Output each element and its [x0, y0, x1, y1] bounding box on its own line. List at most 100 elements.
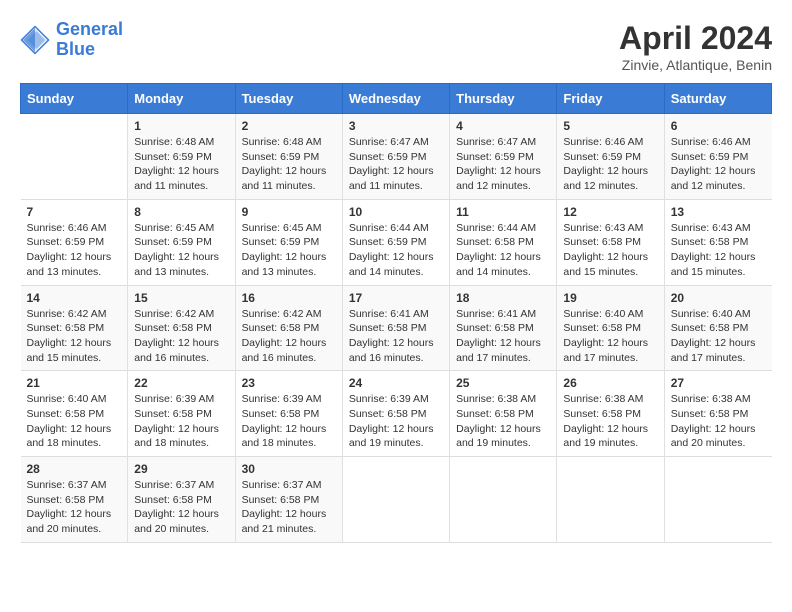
cell-info: Sunrise: 6:40 AM Sunset: 6:58 PM Dayligh… — [563, 307, 657, 366]
calendar-cell: 5 Sunrise: 6:46 AM Sunset: 6:59 PM Daylig… — [557, 114, 664, 200]
day-number: 19 — [563, 291, 657, 305]
title-block: April 2024 Zinvie, Atlantique, Benin — [619, 20, 772, 73]
day-number: 18 — [456, 291, 550, 305]
calendar-cell: 17Sunrise: 6:41 AM Sunset: 6:58 PM Dayli… — [342, 285, 449, 371]
cell-info: Sunrise: 6:44 AM Sunset: 6:58 PM Dayligh… — [456, 221, 550, 280]
subtitle: Zinvie, Atlantique, Benin — [619, 57, 772, 73]
calendar-table: SundayMondayTuesdayWednesdayThursdayFrid… — [20, 83, 772, 543]
day-number: 10 — [349, 205, 443, 219]
calendar-cell: 27Sunrise: 6:38 AM Sunset: 6:58 PM Dayli… — [664, 371, 771, 457]
cell-info: Sunrise: 6:43 AM Sunset: 6:58 PM Dayligh… — [671, 221, 766, 280]
calendar-cell: 2 Sunrise: 6:48 AM Sunset: 6:59 PM Daylig… — [235, 114, 342, 200]
cell-info: Sunrise: 6:44 AM Sunset: 6:59 PM Dayligh… — [349, 221, 443, 280]
day-number: 28 — [27, 462, 122, 476]
header-day-sunday: Sunday — [21, 84, 128, 114]
calendar-cell: 11 Sunrise: 6:44 AM Sunset: 6:58 PM Dayli… — [450, 199, 557, 285]
day-number: 30 — [242, 462, 336, 476]
week-row-3: 21Sunrise: 6:40 AM Sunset: 6:58 PM Dayli… — [21, 371, 772, 457]
calendar-cell: 16 Sunrise: 6:42 AM Sunset: 6:58 PM Dayli… — [235, 285, 342, 371]
logo-line1: General — [56, 19, 123, 39]
calendar-cell: 7 Sunrise: 6:46 AM Sunset: 6:59 PM Daylig… — [21, 199, 128, 285]
cell-info: Sunrise: 6:42 AM Sunset: 6:58 PM Dayligh… — [134, 307, 228, 366]
day-number: 13 — [671, 205, 766, 219]
cell-info: Sunrise: 6:45 AM Sunset: 6:59 PM Dayligh… — [242, 221, 336, 280]
day-number: 5 — [563, 119, 657, 133]
cell-info: Sunrise: 6:42 AM Sunset: 6:58 PM Dayligh… — [27, 307, 122, 366]
logo-icon — [20, 25, 50, 55]
day-number: 22 — [134, 376, 228, 390]
day-number: 20 — [671, 291, 766, 305]
day-number: 25 — [456, 376, 550, 390]
day-number: 26 — [563, 376, 657, 390]
day-number: 6 — [671, 119, 766, 133]
cell-info: Sunrise: 6:46 AM Sunset: 6:59 PM Dayligh… — [563, 135, 657, 194]
calendar-cell: 3Sunrise: 6:47 AM Sunset: 6:59 PM Daylig… — [342, 114, 449, 200]
cell-info: Sunrise: 6:48 AM Sunset: 6:59 PM Dayligh… — [134, 135, 228, 194]
week-row-2: 14 Sunrise: 6:42 AM Sunset: 6:58 PM Dayli… — [21, 285, 772, 371]
cell-info: Sunrise: 6:40 AM Sunset: 6:58 PM Dayligh… — [671, 307, 766, 366]
cell-info: Sunrise: 6:41 AM Sunset: 6:58 PM Dayligh… — [456, 307, 550, 366]
header-day-saturday: Saturday — [664, 84, 771, 114]
header-day-friday: Friday — [557, 84, 664, 114]
main-title: April 2024 — [619, 20, 772, 57]
day-number: 29 — [134, 462, 228, 476]
header-day-wednesday: Wednesday — [342, 84, 449, 114]
day-number: 23 — [242, 376, 336, 390]
day-number: 16 — [242, 291, 336, 305]
calendar-cell: 15Sunrise: 6:42 AM Sunset: 6:58 PM Dayli… — [128, 285, 235, 371]
calendar-cell: 24Sunrise: 6:39 AM Sunset: 6:58 PM Dayli… — [342, 371, 449, 457]
day-number: 4 — [456, 119, 550, 133]
cell-info: Sunrise: 6:37 AM Sunset: 6:58 PM Dayligh… — [242, 478, 336, 537]
calendar-cell: 21Sunrise: 6:40 AM Sunset: 6:58 PM Dayli… — [21, 371, 128, 457]
day-number: 12 — [563, 205, 657, 219]
calendar-cell: 28 Sunrise: 6:37 AM Sunset: 6:58 PM Dayli… — [21, 457, 128, 543]
day-number: 27 — [671, 376, 766, 390]
calendar-cell: 23 Sunrise: 6:39 AM Sunset: 6:58 PM Dayli… — [235, 371, 342, 457]
calendar-cell: 6 Sunrise: 6:46 AM Sunset: 6:59 PM Daylig… — [664, 114, 771, 200]
cell-info: Sunrise: 6:39 AM Sunset: 6:58 PM Dayligh… — [349, 392, 443, 451]
logo-line2: Blue — [56, 39, 95, 59]
calendar-cell: 30 Sunrise: 6:37 AM Sunset: 6:58 PM Dayli… — [235, 457, 342, 543]
cell-info: Sunrise: 6:46 AM Sunset: 6:59 PM Dayligh… — [27, 221, 122, 280]
calendar-cell: 18 Sunrise: 6:41 AM Sunset: 6:58 PM Dayli… — [450, 285, 557, 371]
header-row: SundayMondayTuesdayWednesdayThursdayFrid… — [21, 84, 772, 114]
week-row-0: 1 Sunrise: 6:48 AM Sunset: 6:59 PM Daylig… — [21, 114, 772, 200]
cell-info: Sunrise: 6:45 AM Sunset: 6:59 PM Dayligh… — [134, 221, 228, 280]
calendar-cell: 29 Sunrise: 6:37 AM Sunset: 6:58 PM Dayli… — [128, 457, 235, 543]
day-number: 7 — [27, 205, 122, 219]
day-number: 2 — [242, 119, 336, 133]
calendar-cell: 14 Sunrise: 6:42 AM Sunset: 6:58 PM Dayli… — [21, 285, 128, 371]
calendar-cell: 4Sunrise: 6:47 AM Sunset: 6:59 PM Daylig… — [450, 114, 557, 200]
cell-info: Sunrise: 6:37 AM Sunset: 6:58 PM Dayligh… — [27, 478, 122, 537]
calendar-cell: 20 Sunrise: 6:40 AM Sunset: 6:58 PM Dayli… — [664, 285, 771, 371]
calendar-cell: 10 Sunrise: 6:44 AM Sunset: 6:59 PM Dayli… — [342, 199, 449, 285]
day-number: 3 — [349, 119, 443, 133]
cell-info: Sunrise: 6:46 AM Sunset: 6:59 PM Dayligh… — [671, 135, 766, 194]
cell-info: Sunrise: 6:43 AM Sunset: 6:58 PM Dayligh… — [563, 221, 657, 280]
calendar-cell: 8Sunrise: 6:45 AM Sunset: 6:59 PM Daylig… — [128, 199, 235, 285]
logo-text: General Blue — [56, 20, 123, 60]
header-day-thursday: Thursday — [450, 84, 557, 114]
cell-info: Sunrise: 6:37 AM Sunset: 6:58 PM Dayligh… — [134, 478, 228, 537]
day-number: 1 — [134, 119, 228, 133]
cell-info: Sunrise: 6:42 AM Sunset: 6:58 PM Dayligh… — [242, 307, 336, 366]
page-header: General Blue April 2024 Zinvie, Atlantiq… — [20, 20, 772, 73]
calendar-cell: 22 Sunrise: 6:39 AM Sunset: 6:58 PM Dayli… — [128, 371, 235, 457]
calendar-cell — [664, 457, 771, 543]
header-day-monday: Monday — [128, 84, 235, 114]
cell-info: Sunrise: 6:38 AM Sunset: 6:58 PM Dayligh… — [563, 392, 657, 451]
cell-info: Sunrise: 6:39 AM Sunset: 6:58 PM Dayligh… — [242, 392, 336, 451]
calendar-cell — [342, 457, 449, 543]
week-row-4: 28 Sunrise: 6:37 AM Sunset: 6:58 PM Dayli… — [21, 457, 772, 543]
cell-info: Sunrise: 6:48 AM Sunset: 6:59 PM Dayligh… — [242, 135, 336, 194]
calendar-cell: 9Sunrise: 6:45 AM Sunset: 6:59 PM Daylig… — [235, 199, 342, 285]
calendar-cell — [557, 457, 664, 543]
calendar-cell: 13 Sunrise: 6:43 AM Sunset: 6:58 PM Dayli… — [664, 199, 771, 285]
cell-info: Sunrise: 6:39 AM Sunset: 6:58 PM Dayligh… — [134, 392, 228, 451]
calendar-cell — [21, 114, 128, 200]
day-number: 11 — [456, 205, 550, 219]
day-number: 21 — [27, 376, 122, 390]
day-number: 14 — [27, 291, 122, 305]
calendar-cell: 19 Sunrise: 6:40 AM Sunset: 6:58 PM Dayli… — [557, 285, 664, 371]
cell-info: Sunrise: 6:41 AM Sunset: 6:58 PM Dayligh… — [349, 307, 443, 366]
